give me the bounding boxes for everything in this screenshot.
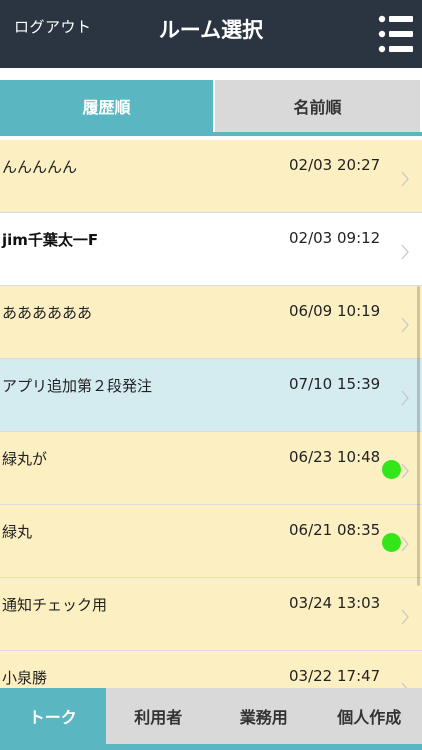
chevron-right-icon (400, 681, 410, 688)
chevron-right-icon (400, 316, 410, 334)
list-scrollbar[interactable] (417, 286, 420, 586)
tab-talk[interactable]: トーク (0, 688, 106, 744)
room-row[interactable]: 通知チェック用 03/24 13:03 (0, 578, 422, 651)
menu-list-icon[interactable] (378, 14, 414, 54)
sort-tabs: 履歴順 名前順 (0, 80, 422, 136)
room-row[interactable]: んんんんん 02/03 20:27 (0, 140, 422, 213)
room-timestamp: 06/23 10:48 (289, 448, 381, 466)
room-timestamp: 06/21 08:35 (289, 521, 381, 539)
room-name: アプリ追加第２段発注 (2, 377, 153, 395)
room-timestamp: 06/09 10:19 (289, 302, 381, 320)
room-timestamp: 07/10 15:39 (289, 375, 381, 393)
room-name: 小泉勝 (2, 669, 48, 687)
room-name: jim千葉太一F (2, 231, 99, 249)
chevron-right-icon (400, 535, 410, 553)
tab-users[interactable]: 利用者 (106, 688, 212, 744)
chevron-right-icon (400, 462, 410, 480)
header-bar: ログアウト ルーム選択 (0, 0, 422, 68)
unread-indicator-icon (382, 533, 401, 552)
room-row[interactable]: ああああああ 06/09 10:19 (0, 286, 422, 359)
bottom-tab-bar: トーク 利用者 業務用 個人作成 (0, 688, 422, 750)
room-name: 緑丸 (2, 523, 33, 541)
tab-business[interactable]: 業務用 (211, 688, 317, 744)
tab-history-order[interactable]: 履歴順 (0, 80, 213, 132)
room-row[interactable]: 小泉勝 03/22 17:47 (0, 651, 422, 688)
room-timestamp: 03/22 17:47 (289, 667, 381, 685)
tab-personal[interactable]: 個人作成 (317, 688, 422, 744)
room-row[interactable]: 緑丸 06/21 08:35 (0, 505, 422, 578)
room-list[interactable]: んんんんん 02/03 20:27 jim千葉太一F 02/03 09:12 あ… (0, 140, 422, 688)
unread-indicator-icon (382, 460, 401, 479)
room-name: 緑丸が (2, 450, 48, 468)
chevron-right-icon (400, 170, 410, 188)
chevron-right-icon (400, 608, 410, 626)
chevron-right-icon (400, 389, 410, 407)
room-name: 通知チェック用 (2, 596, 108, 614)
room-row[interactable]: jim千葉太一F 02/03 09:12 (0, 213, 422, 286)
chevron-right-icon (400, 243, 410, 261)
room-select-screen: ログアウト ルーム選択 履歴順 名前順 んんんんん 02/03 20:27 ji… (0, 0, 422, 750)
room-timestamp: 03/24 13:03 (289, 594, 381, 612)
room-row[interactable]: アプリ追加第２段発注 07/10 15:39 (0, 359, 422, 432)
room-name: ああああああ (2, 304, 93, 322)
room-name: んんんんん (2, 158, 78, 176)
room-row[interactable]: 緑丸が 06/23 10:48 (0, 432, 422, 505)
tab-name-order[interactable]: 名前順 (215, 80, 420, 132)
room-timestamp: 02/03 20:27 (289, 156, 381, 174)
room-timestamp: 02/03 09:12 (289, 229, 381, 247)
logout-button[interactable]: ログアウト (14, 16, 92, 37)
